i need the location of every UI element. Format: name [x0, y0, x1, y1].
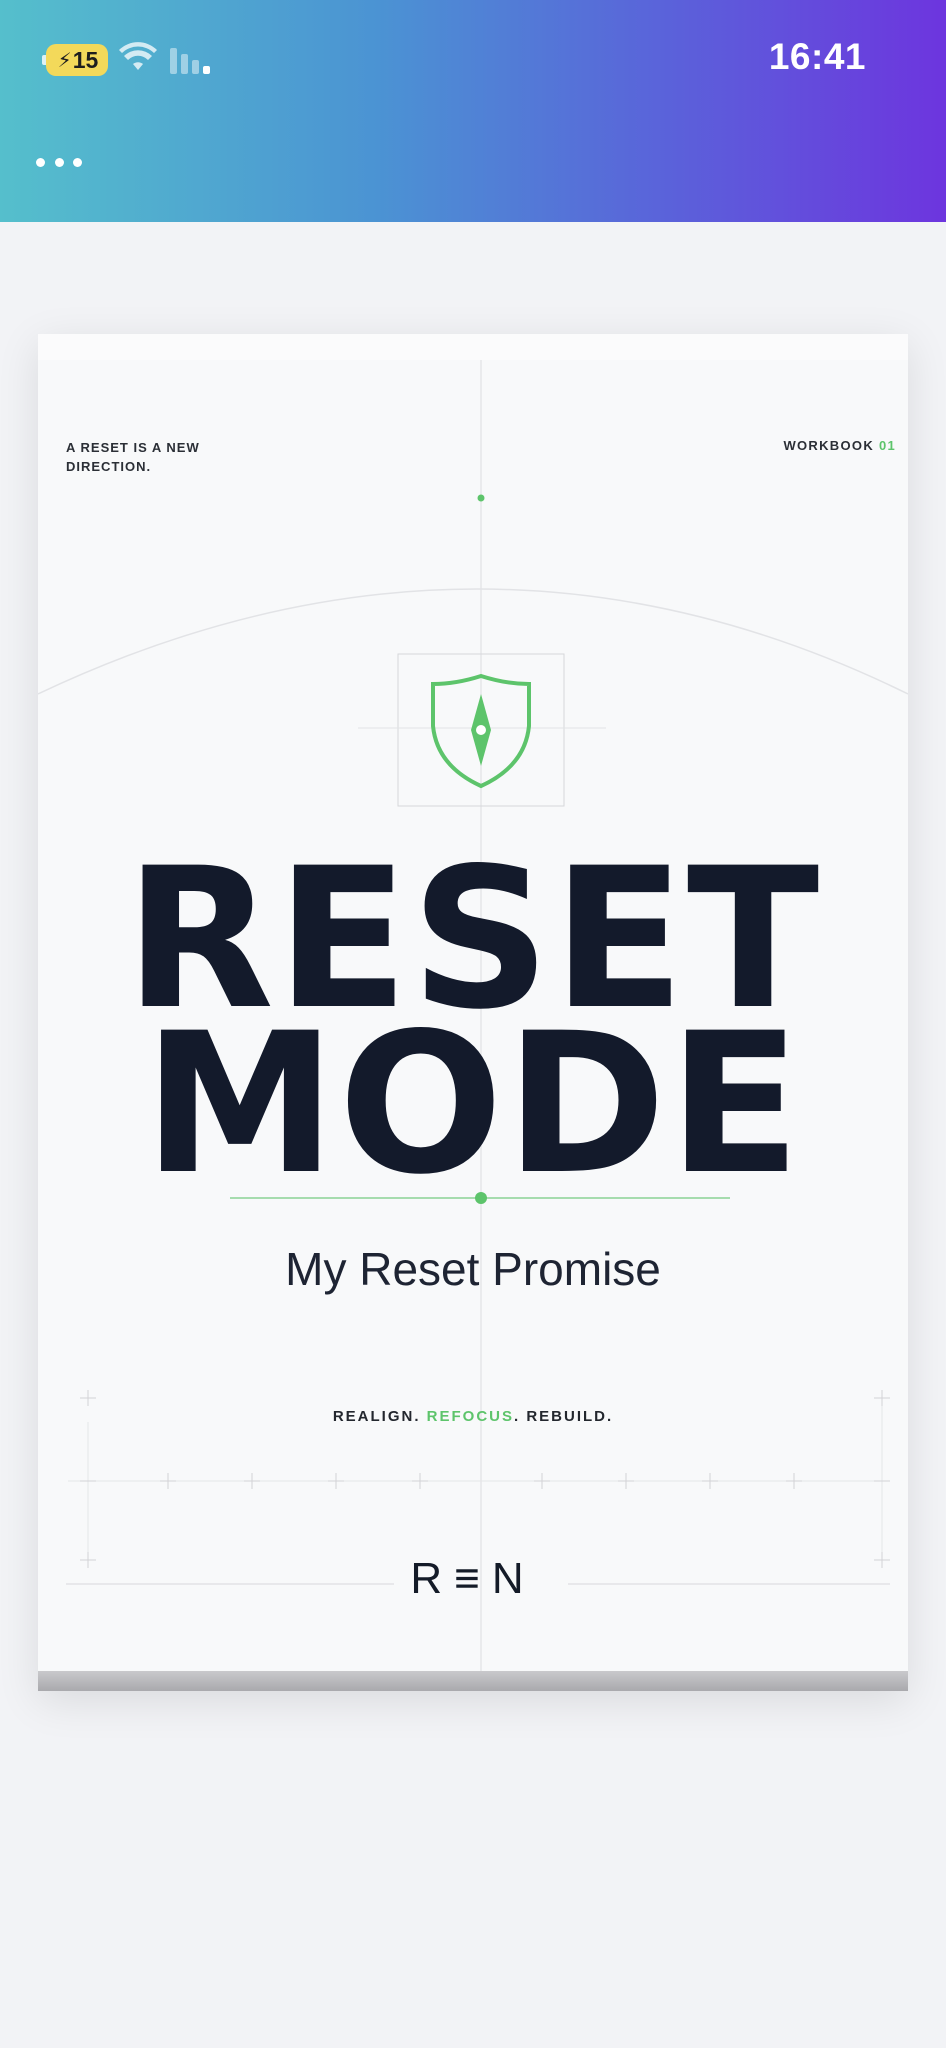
cover-motto: REALIGN. REFOCUS. REBUILD.	[38, 1408, 908, 1425]
book-cover-image[interactable]: A RESET IS A NEW DIRECTION. WORKBOOK 01 …	[38, 334, 908, 1691]
more-options-button[interactable]	[32, 144, 86, 180]
cover-subtitle: My Reset Promise	[285, 1243, 661, 1295]
ellipsis-dot	[36, 157, 45, 167]
workbook-number: 01	[878, 438, 896, 453]
wifi-icon	[119, 42, 157, 70]
app-header: ⚡ 15 16:41	[0, 0, 946, 222]
motto-part-1: REALIGN.	[332, 1408, 421, 1425]
brand-logo: R≡N	[410, 1554, 536, 1603]
ellipsis-dot	[54, 157, 64, 167]
motto-part-3: . REBUILD.	[514, 1408, 614, 1425]
cover-bottom-edge	[38, 1671, 908, 1691]
battery-icon: ⚡ 15	[46, 44, 108, 76]
charging-bolt-icon: ⚡	[57, 49, 72, 72]
cellular-signal-icon	[170, 48, 210, 74]
motto-part-2: REFOCUS	[426, 1408, 514, 1425]
workbook-label: WORKBOOK 01	[783, 438, 896, 453]
cover-title-line-2: MODE	[143, 991, 803, 1217]
cover-tagline: A RESET IS A NEW DIRECTION.	[66, 440, 200, 474]
workbook-text: WORKBOOK	[783, 438, 875, 453]
status-time: 16:41	[768, 36, 866, 77]
ellipsis-dot	[73, 157, 82, 167]
battery-level: 15	[72, 46, 99, 73]
